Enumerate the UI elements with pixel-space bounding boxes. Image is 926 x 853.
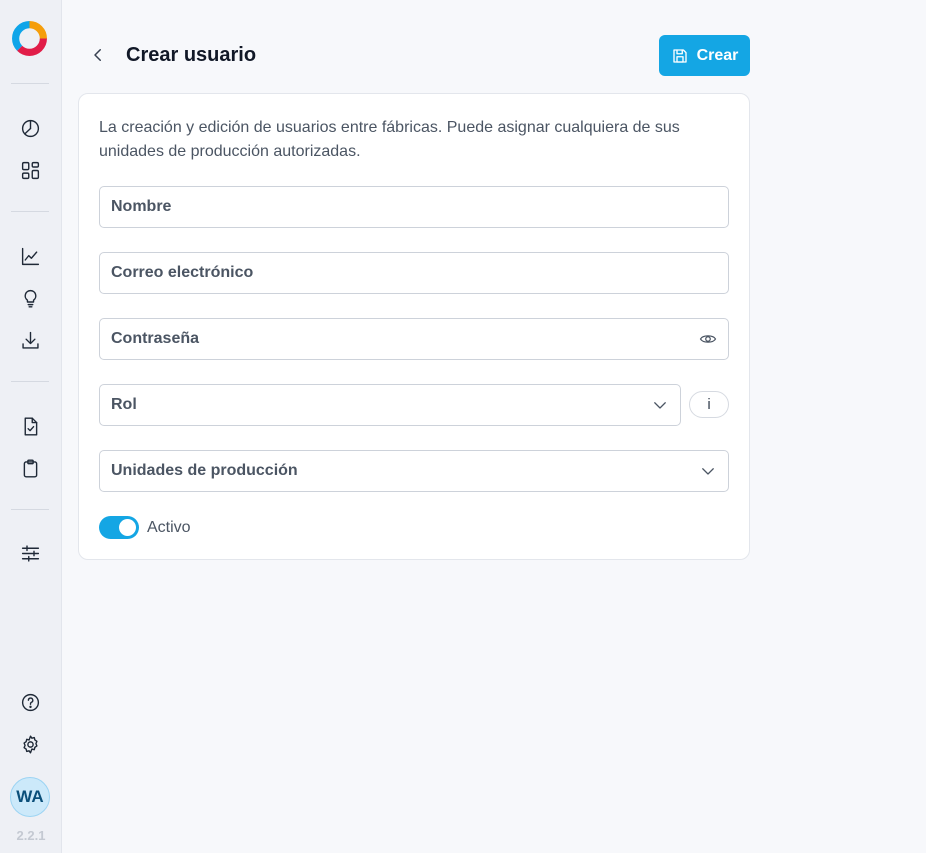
help-button[interactable] [17, 689, 43, 715]
avatar[interactable]: WA [10, 777, 50, 817]
email-placeholder: Correo electrónico [111, 264, 254, 281]
app-logo[interactable] [11, 20, 48, 57]
sidebar-item-insights[interactable] [17, 285, 43, 311]
sidebar-item-dashboard[interactable] [17, 115, 43, 141]
create-button[interactable]: Crear [659, 35, 750, 76]
back-button[interactable] [86, 43, 110, 67]
create-button-label: Crear [696, 46, 739, 64]
role-select[interactable]: Rol [99, 384, 681, 426]
sidebar: WA 2.2.1 [0, 0, 62, 853]
sidebar-divider [11, 83, 49, 84]
password-field[interactable]: Contraseña [99, 318, 729, 360]
clipboard-icon [23, 458, 37, 478]
help-icon [21, 693, 39, 711]
sidebar-item-tasks[interactable] [17, 455, 43, 481]
sidebar-item-analytics[interactable] [17, 243, 43, 269]
active-toggle[interactable] [99, 516, 139, 539]
sliders-icon [21, 544, 39, 562]
download-icon [21, 331, 39, 349]
role-info-button[interactable]: i [689, 391, 729, 418]
email-field[interactable]: Correo electrónico [99, 252, 729, 294]
sidebar-item-layout[interactable] [17, 157, 43, 183]
chevron-left-icon [94, 49, 101, 61]
settings-button[interactable] [17, 731, 43, 757]
role-placeholder: Rol [111, 396, 137, 413]
eye-icon[interactable] [699, 330, 717, 348]
chevron-down-icon [702, 468, 714, 475]
production-units-select[interactable]: Unidades de producción [99, 450, 729, 492]
sidebar-item-reports[interactable] [17, 413, 43, 439]
grid-layout-icon [21, 161, 39, 179]
save-icon [672, 48, 687, 63]
sidebar-divider [11, 211, 49, 212]
chevron-down-icon [654, 402, 666, 409]
sidebar-divider [11, 381, 49, 382]
active-label: Activo [147, 519, 191, 536]
dashboard-gauge-icon [21, 119, 39, 137]
app-version: 2.2.1 [16, 828, 46, 843]
toggle-knob [119, 519, 136, 536]
password-placeholder: Contraseña [111, 330, 200, 347]
name-field[interactable]: Nombre [99, 186, 729, 228]
user-form-card: La creación y edición de usuarios entre … [78, 93, 750, 560]
production-units-placeholder: Unidades de producción [111, 462, 298, 479]
form-description: La creación y edición de usuarios entre … [99, 119, 680, 160]
gear-icon [22, 734, 38, 754]
lightbulb-icon [24, 289, 36, 308]
sidebar-divider [11, 509, 49, 510]
sidebar-item-downloads[interactable] [17, 327, 43, 353]
name-placeholder: Nombre [111, 198, 172, 215]
page-title: Crear usuario [126, 44, 257, 66]
sidebar-item-adjustments[interactable] [17, 540, 43, 566]
file-check-icon [24, 416, 37, 436]
chart-line-icon [21, 247, 39, 265]
